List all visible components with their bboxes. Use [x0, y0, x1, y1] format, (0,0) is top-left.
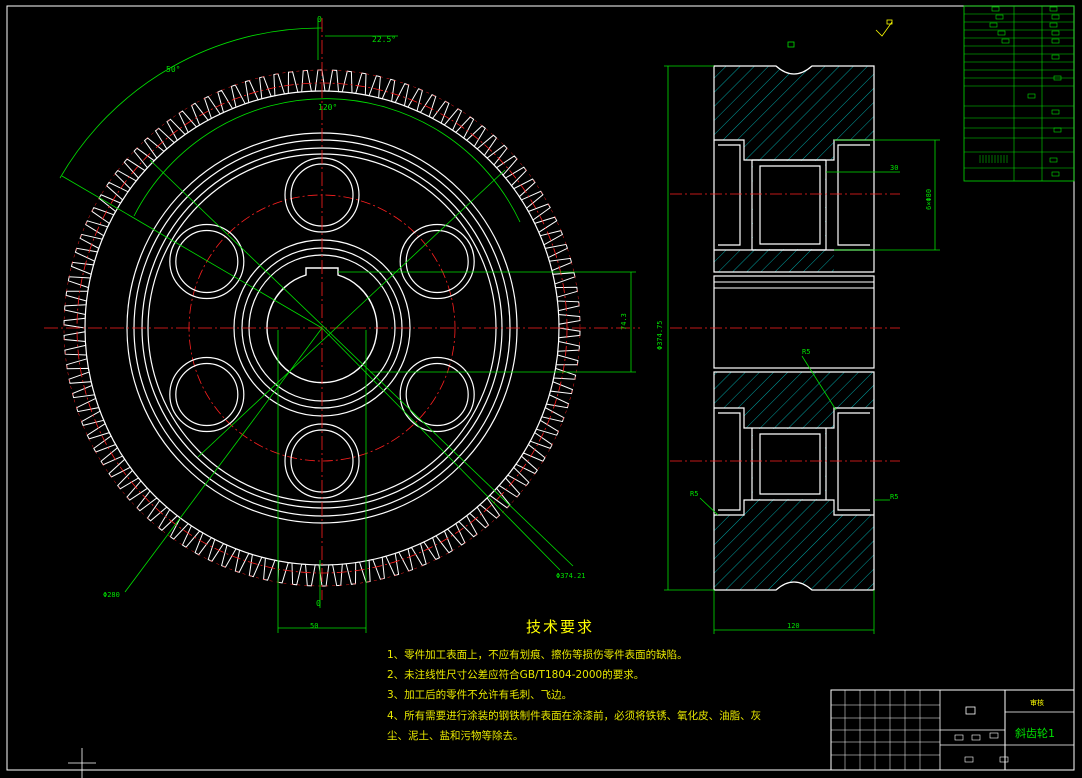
requirements-title: 技术要求: [526, 618, 595, 636]
dim-angle-50: 50°: [166, 65, 180, 74]
leader-r5-left: [699, 497, 719, 516]
hole-outer: [399, 356, 475, 433]
dim-hole-dia-text: 6×Φ80: [925, 189, 933, 210]
dim-r5-inner: R5: [802, 348, 810, 356]
diag-line-1: [197, 169, 506, 458]
bore-band: [713, 275, 875, 369]
hole-fill-top: [753, 161, 825, 249]
dim-keyway-width: 50: [310, 622, 318, 630]
dim-section-height-text: Φ374.75: [656, 320, 664, 350]
requirement-line-1: 1、零件加工表面上，不应有划痕、擦伤等损伤零件表面的缺陷。: [387, 649, 688, 661]
dim-bore-30: 30: [890, 164, 898, 172]
dim-dia-root: Φ280: [103, 591, 120, 599]
dim-keyway-depth: 74.3: [620, 313, 628, 330]
diag-line-2: [149, 159, 574, 567]
requirement-line-4: 4、所有需要进行涂装的钢铁制件表面在涂漆前，必须将铁锈、氧化皮、油脂、灰: [387, 710, 762, 722]
hole-inner: [405, 362, 469, 427]
dim-zero-bottom: 0: [316, 599, 321, 608]
requirement-line-3: 3、加工后的零件不允许有毛刺、飞边。: [387, 689, 573, 701]
part-name: 斜齿轮1: [1015, 727, 1055, 740]
dim-zero-top: 0: [317, 15, 322, 24]
requirement-line-2: 2、未注线性尺寸公差应符合GB/T1804-2000的要求。: [387, 669, 645, 681]
roughness-symbol: [787, 19, 893, 48]
hole-fill-bottom: [753, 429, 825, 499]
gear-parameter-table: [963, 5, 1075, 182]
title-block-review-label: 审核: [1030, 699, 1044, 707]
dim-angle-120: 120°: [318, 103, 337, 112]
ucs-icon: [68, 748, 96, 778]
dim-dia-tip: Φ374.21: [556, 572, 586, 580]
dim-r5-left: R5: [690, 490, 698, 498]
dim-angle-top: 22.5°: [372, 35, 396, 44]
section-view: Φ374.75 6×Φ80 30 R5 R5 R5 120: [656, 65, 940, 634]
ray-left-tooth: [61, 175, 323, 329]
dim-r5-right: R5: [890, 493, 898, 501]
dim-face-width: 120: [787, 622, 800, 630]
front-view: 0 22.5° 120° 50° 74.3 Φ280 Φ374.21 50 0: [44, 15, 640, 633]
requirement-line-5: 尘、泥土、盐和污物等除去。: [387, 730, 524, 742]
